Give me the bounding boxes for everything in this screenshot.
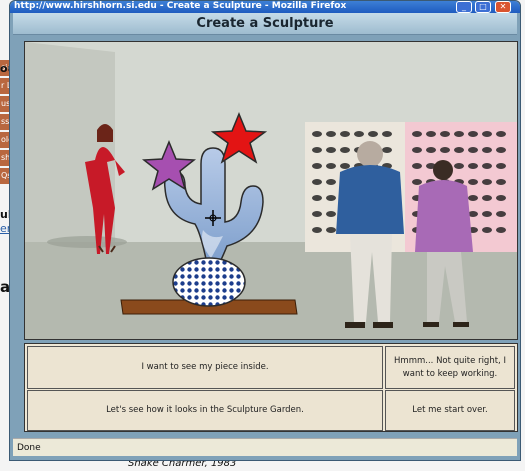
- dialog-title: Create a Sculpture: [13, 13, 517, 35]
- firefox-window: http://www.hirshhorn.si.edu - Create a S…: [9, 0, 521, 461]
- window-titlebar: http://www.hirshhorn.si.edu - Create a S…: [10, 1, 520, 13]
- choice-panel: I want to see my piece inside. Hmmm... N…: [24, 343, 518, 432]
- see-piece-inside-button[interactable]: I want to see my piece inside.: [27, 346, 383, 389]
- close-button[interactable]: ✕: [495, 1, 511, 13]
- dotted-blob-sculpture-piece[interactable]: [172, 257, 246, 307]
- status-bar: Done: [13, 438, 517, 456]
- status-text: Done: [17, 443, 41, 453]
- maximize-button[interactable]: □: [475, 1, 491, 13]
- keep-working-button[interactable]: Hmmm... Not quite right, I want to keep …: [385, 346, 515, 389]
- minimize-button[interactable]: _: [456, 1, 472, 13]
- window-title: http://www.hirshhorn.si.edu - Create a S…: [14, 1, 347, 11]
- sculpture-garden-button[interactable]: Let's see how it looks in the Sculpture …: [27, 390, 383, 431]
- gallery-scene: [24, 41, 518, 340]
- start-over-button[interactable]: Let me start over.: [385, 390, 515, 431]
